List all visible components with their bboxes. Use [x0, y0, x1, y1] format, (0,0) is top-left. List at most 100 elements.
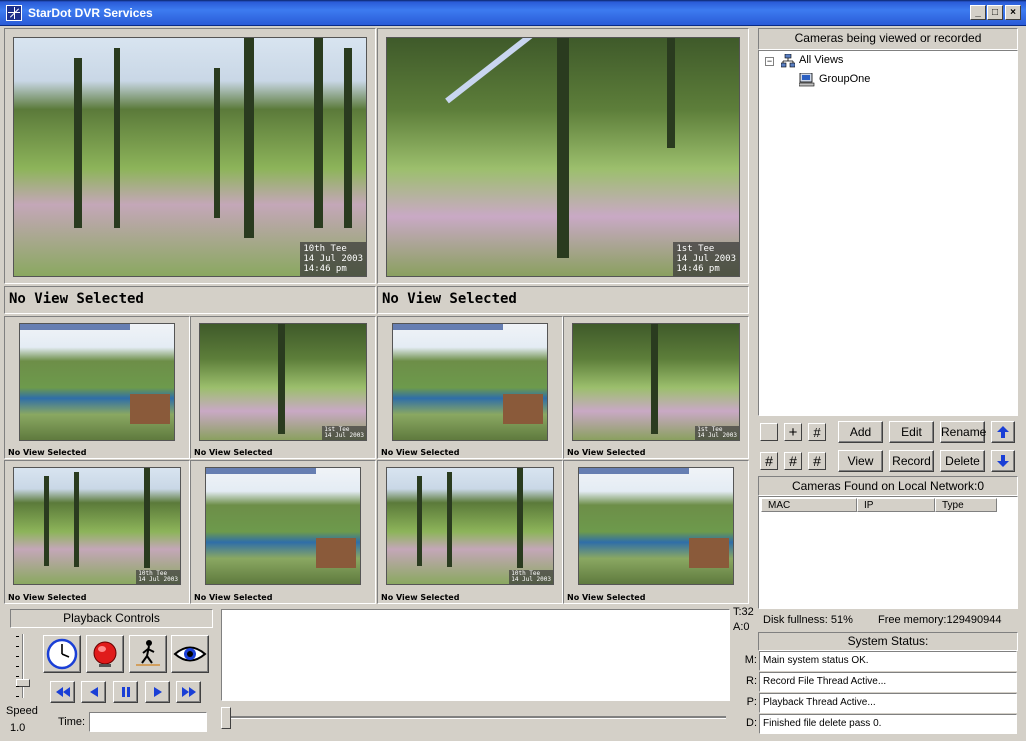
edit-button[interactable]: Edit [889, 421, 934, 443]
time-field[interactable] [89, 712, 207, 732]
time-label: Time: [58, 716, 86, 728]
network-header: Cameras Found on Local Network:0 [758, 476, 1018, 496]
tree-item-all-views[interactable]: All Views [799, 54, 843, 66]
speed-label: Speed [6, 705, 38, 717]
small-view-7[interactable]: 10th Tee 14 Jul 2003 No View Selected [377, 460, 563, 604]
small-view-3[interactable]: No View Selected [377, 316, 563, 459]
app-icon [6, 5, 22, 21]
running-person-icon [136, 640, 160, 666]
speed-slider[interactable] [16, 634, 30, 700]
small-view-1[interactable]: No View Selected [4, 316, 190, 459]
view-caption: No View Selected [381, 593, 460, 602]
network-camera-list[interactable]: MAC IP Type [758, 496, 1018, 609]
fast-forward-button[interactable] [176, 681, 201, 703]
status-delete: Finished file delete pass 0. [759, 714, 1017, 734]
view-caption: No View Selected [194, 448, 273, 457]
view-caption: No View Selected [381, 448, 460, 457]
camera-feed-image [19, 323, 175, 441]
tree-item-groupone[interactable]: GroupOne [819, 73, 870, 85]
rename-button[interactable]: Rename [940, 421, 986, 443]
clock-button[interactable] [43, 635, 81, 673]
timeline-slider[interactable] [221, 703, 730, 733]
minimize-button[interactable]: _ [970, 5, 986, 20]
status-label-m: M: [744, 654, 757, 666]
status-label-d: D: [746, 717, 757, 729]
network-icon [780, 53, 796, 68]
layout-4x4-button[interactable]: # [760, 452, 778, 470]
layout-6x6-button[interactable]: # [808, 452, 826, 470]
window-title: StarDot DVR Services [28, 6, 153, 20]
record-alarm-button[interactable] [86, 635, 124, 673]
timeline-display [221, 609, 730, 701]
move-down-button[interactable] [991, 450, 1015, 472]
move-up-button[interactable] [991, 421, 1015, 443]
t-counter: T:32 [733, 606, 754, 618]
view-caption: No View Selected [9, 291, 144, 307]
speed-value: 1.0 [10, 722, 26, 734]
motion-button[interactable] [129, 635, 167, 673]
camera-feed-image [392, 323, 548, 441]
add-button[interactable]: Add [838, 421, 883, 443]
pause-icon [121, 687, 130, 697]
rewind-fast-button[interactable] [50, 681, 75, 703]
small-view-5[interactable]: 10th Tee 14 Jul 2003 No View Selected [4, 460, 190, 604]
camera-timestamp: 10th Tee 14 Jul 2003 14:46 pm [300, 242, 366, 276]
free-memory: Free memory:129490944 [878, 614, 1002, 626]
layout-2x2-button[interactable]: + [784, 423, 802, 441]
camera-feed-image [205, 467, 361, 585]
small-view-8[interactable]: No View Selected [563, 460, 749, 604]
step-back-button[interactable] [81, 681, 106, 703]
fast-forward-icon [181, 687, 196, 697]
computer-icon [798, 72, 815, 87]
clock-icon [46, 638, 78, 670]
cameras-tree[interactable]: − All Views GroupOne [758, 50, 1018, 416]
status-label-p: P: [746, 696, 757, 708]
status-main: Main system status OK. [759, 651, 1017, 671]
play-button[interactable] [145, 681, 170, 703]
small-view-4[interactable]: 1st Tee 14 Jul 2003 No View Selected [563, 316, 749, 459]
small-view-6[interactable]: No View Selected [190, 460, 376, 604]
arrow-up-icon [997, 426, 1009, 438]
record-button[interactable]: Record [889, 450, 934, 472]
camera-feed-image: 10th Tee 14 Jul 2003 14:46 pm [13, 37, 367, 277]
timeline-slider-thumb[interactable] [221, 707, 231, 729]
small-view-2[interactable]: 1st Tee 14 Jul 2003 No View Selected [190, 316, 376, 459]
view-caption: No View Selected [8, 593, 87, 602]
camera-feed-image: 10th Tee 14 Jul 2003 [386, 467, 554, 585]
status-playback: Playback Thread Active... [759, 693, 1017, 713]
column-header-ip[interactable]: IP [857, 498, 935, 512]
maximize-button[interactable]: □ [987, 5, 1003, 20]
play-reverse-icon [89, 687, 98, 697]
layout-5x5-button[interactable]: # [784, 452, 802, 470]
cameras-header: Cameras being viewed or recorded [758, 28, 1018, 50]
tree-collapse-toggle[interactable]: − [765, 57, 774, 66]
layout-3x3-button[interactable]: # [808, 423, 826, 441]
column-header-type[interactable]: Type [935, 498, 997, 512]
camera-feed-image [578, 467, 734, 585]
arrow-down-icon [997, 455, 1009, 467]
close-button[interactable]: × [1005, 5, 1021, 20]
delete-button[interactable]: Delete [940, 450, 985, 472]
eye-icon [173, 646, 207, 662]
view-caption: No View Selected [194, 593, 273, 602]
view-caption: No View Selected [8, 448, 87, 457]
disk-fullness: Disk fullness: 51% [763, 614, 853, 626]
layout-1x1-button[interactable] [760, 423, 778, 441]
view-button[interactable]: View [838, 450, 883, 472]
column-header-mac[interactable]: MAC [761, 498, 857, 512]
status-label-r: R: [746, 675, 757, 687]
a-counter: A:0 [733, 621, 750, 633]
large-view-2[interactable]: 1st Tee 14 Jul 2003 14:46 pm [377, 28, 749, 284]
large-view-2-caption-bar: No View Selected [377, 286, 749, 314]
title-bar: StarDot DVR Services _ □ × [0, 0, 1026, 26]
view-eye-button[interactable] [171, 635, 209, 673]
play-icon [153, 687, 162, 697]
camera-feed-image: 1st Tee 14 Jul 2003 [572, 323, 740, 441]
status-record: Record File Thread Active... [759, 672, 1017, 692]
camera-feed-image: 1st Tee 14 Jul 2003 [199, 323, 367, 441]
pause-button[interactable] [113, 681, 138, 703]
camera-feed-image: 10th Tee 14 Jul 2003 [13, 467, 181, 585]
large-view-1[interactable]: 10th Tee 14 Jul 2003 14:46 pm [4, 28, 376, 284]
view-caption: No View Selected [567, 448, 646, 457]
view-caption: No View Selected [567, 593, 646, 602]
